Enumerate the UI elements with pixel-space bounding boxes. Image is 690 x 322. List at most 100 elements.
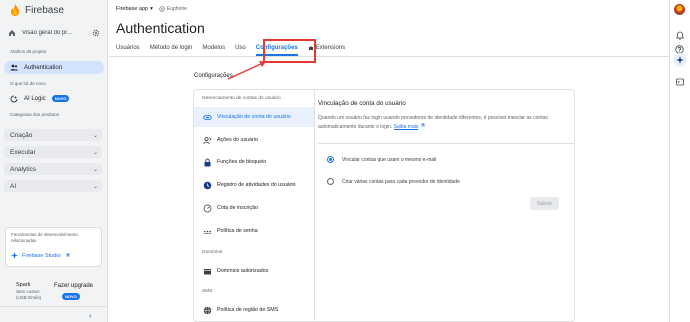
lock-icon [204,158,211,166]
option-link-same-email[interactable]: Vincular contas que usam o mesmo e-mail [327,156,436,163]
plan-description: Sem custos (US$ 0/mês) [16,289,42,300]
tab-metodo-login[interactable]: Método de login [150,43,193,56]
firebase-studio-link[interactable]: Firebase Studio [11,252,70,259]
whats-new-label: O que há de novo [10,81,46,86]
new-badge: NOVO [51,95,70,102]
option-multiple-accounts[interactable]: Criar várias contas para cada provedor d… [327,178,460,185]
radio-button[interactable] [327,178,334,185]
sidebar-item-authentication[interactable]: Authentication [4,61,104,74]
branch-icon [159,6,165,12]
external-link-icon [420,123,425,127]
nav-section-accounts: Gerenciamento de contas do usuário [202,96,281,101]
globe-icon [203,305,212,315]
sidebar-item-label: AI Logic [24,95,46,102]
studio-icon [11,252,18,259]
people-icon [10,64,18,71]
home-icon [9,29,15,36]
option-label: Vincular contas que usam o mesmo e-mail [342,156,437,163]
external-link-icon [65,253,69,257]
app-selector[interactable]: Firebase app ▾ [116,6,153,12]
settings-heading: Configurações [194,73,233,79]
nav-item-sms-region-policy[interactable]: Política de região de SMS [194,300,314,320]
panel-divider [318,143,574,144]
upgrade-button[interactable]: Fazer upgrade [54,283,93,289]
shortcuts-label: Atalhos de projeto [10,49,47,54]
option-label: Criar várias contas para cada provedor d… [342,178,460,185]
nav-item-user-actions[interactable]: Ações do usuário [194,130,314,150]
project-overview[interactable]: Visão geral do pr... [8,27,100,38]
environment-chip[interactable]: Euphorie [159,6,187,12]
settings-card: Gerenciamento de contas do usuário Vincu… [193,89,575,322]
nav-item-label: Ações do usuário [217,137,258,143]
chevron-down-icon: ⌄ [92,132,98,139]
nav-item-label: Política de região de SMS [217,307,279,313]
nav-item-label: Domínios autorizados [217,268,269,274]
page-title: Authentication [116,20,205,36]
nav-item-label: Vinculação de conta do usuário [217,114,291,120]
quota-icon [203,204,212,212]
bell-icon[interactable] [674,30,685,41]
panel-description-text: Quando um usuário faz login usando prove… [318,115,548,130]
brand-name: Firebase [25,4,64,16]
panel-description: Quando um usuário faz login usando prove… [318,115,558,131]
tab-label: Extensions [315,45,346,51]
gear-icon[interactable] [92,29,100,37]
radio-button[interactable] [327,156,334,163]
studio-description: Ferramentas de desenvolvimento relaciona… [11,232,78,243]
tab-uso[interactable]: Uso [235,43,246,56]
save-button[interactable]: Salvar [530,197,559,210]
activity-log-icon [203,181,212,189]
plan-name: Spark [16,282,31,288]
app-name: Firebase app [116,6,149,12]
category-analytics[interactable]: Analytics ⌄ [4,163,102,175]
chevron-down-icon: ▾ [150,6,153,12]
nav-section-sms: SMS [202,289,213,294]
upgrade-new-badge: NOVO [62,293,80,300]
domain-icon [204,268,211,274]
category-label: Executar [10,148,36,156]
environment-name: Euphorie [166,6,187,12]
category-label: Criação [10,131,33,139]
password-icon [203,230,212,234]
firebase-brand[interactable]: Firebase [10,4,64,16]
nav-item-account-linking[interactable]: Vinculação de conta do usuário [194,107,314,127]
tab-usuarios[interactable]: Usuários [116,43,140,56]
sidebar-item-label: Authentication [24,64,63,71]
category-criacao[interactable]: Criação ⌄ [4,129,102,141]
ai-logic-icon [10,95,18,102]
top-bar: Firebase app ▾ Euphorie [109,0,669,18]
tab-modelos[interactable]: Modelos [202,43,225,56]
sparkle-icon[interactable] [673,53,687,67]
panel-title: Vinculação de conta do usuário [318,100,406,107]
nav-section-domains: Domínios [202,250,223,255]
categories-label: Categorias dos produtos [10,112,60,117]
nav-item-blocking-functions[interactable]: Funções de bloqueio [194,152,314,172]
terminal-icon[interactable] [674,76,685,87]
sidebar: Firebase Visão geral do pr... Atalhos de… [0,0,108,322]
chevron-down-icon: ⌄ [92,166,98,173]
studio-link-label: Firebase Studio [22,252,61,259]
chevron-down-icon: ⌄ [92,183,98,190]
highlight-annotation [263,39,316,63]
collapse-sidebar-icon[interactable]: ‹ [89,311,92,320]
user-actions-icon [203,136,212,144]
sidebar-item-ai-logic[interactable]: AI Logic NOVO [4,92,104,105]
firebase-logo-icon [11,4,19,16]
project-overview-label: Visão geral do pr... [22,29,72,36]
avatar[interactable] [674,4,685,15]
nav-item-label: Registro de atividades do usuário [217,182,296,188]
category-label: Analytics [10,165,37,173]
tab-divider [109,56,669,57]
category-label: AI [10,182,17,190]
nav-item-password-policy[interactable]: Política de senha [194,221,314,241]
nav-item-activity-log[interactable]: Registro de atividades do usuário [194,175,314,195]
nav-item-signup-quota[interactable]: Cota de inscrição [194,198,314,218]
firebase-studio-card: Ferramentas de desenvolvimento relaciona… [5,227,102,267]
learn-more-link[interactable]: Saiba mais [394,124,419,130]
nav-item-authorized-domains[interactable]: Domínios autorizados [194,261,314,281]
link-icon [203,114,212,120]
category-executar[interactable]: Executar ⌄ [4,146,102,158]
category-ai[interactable]: AI ⌄ [4,180,102,192]
chevron-down-icon: ⌄ [92,149,98,156]
nav-item-label: Política de senha [217,228,258,234]
